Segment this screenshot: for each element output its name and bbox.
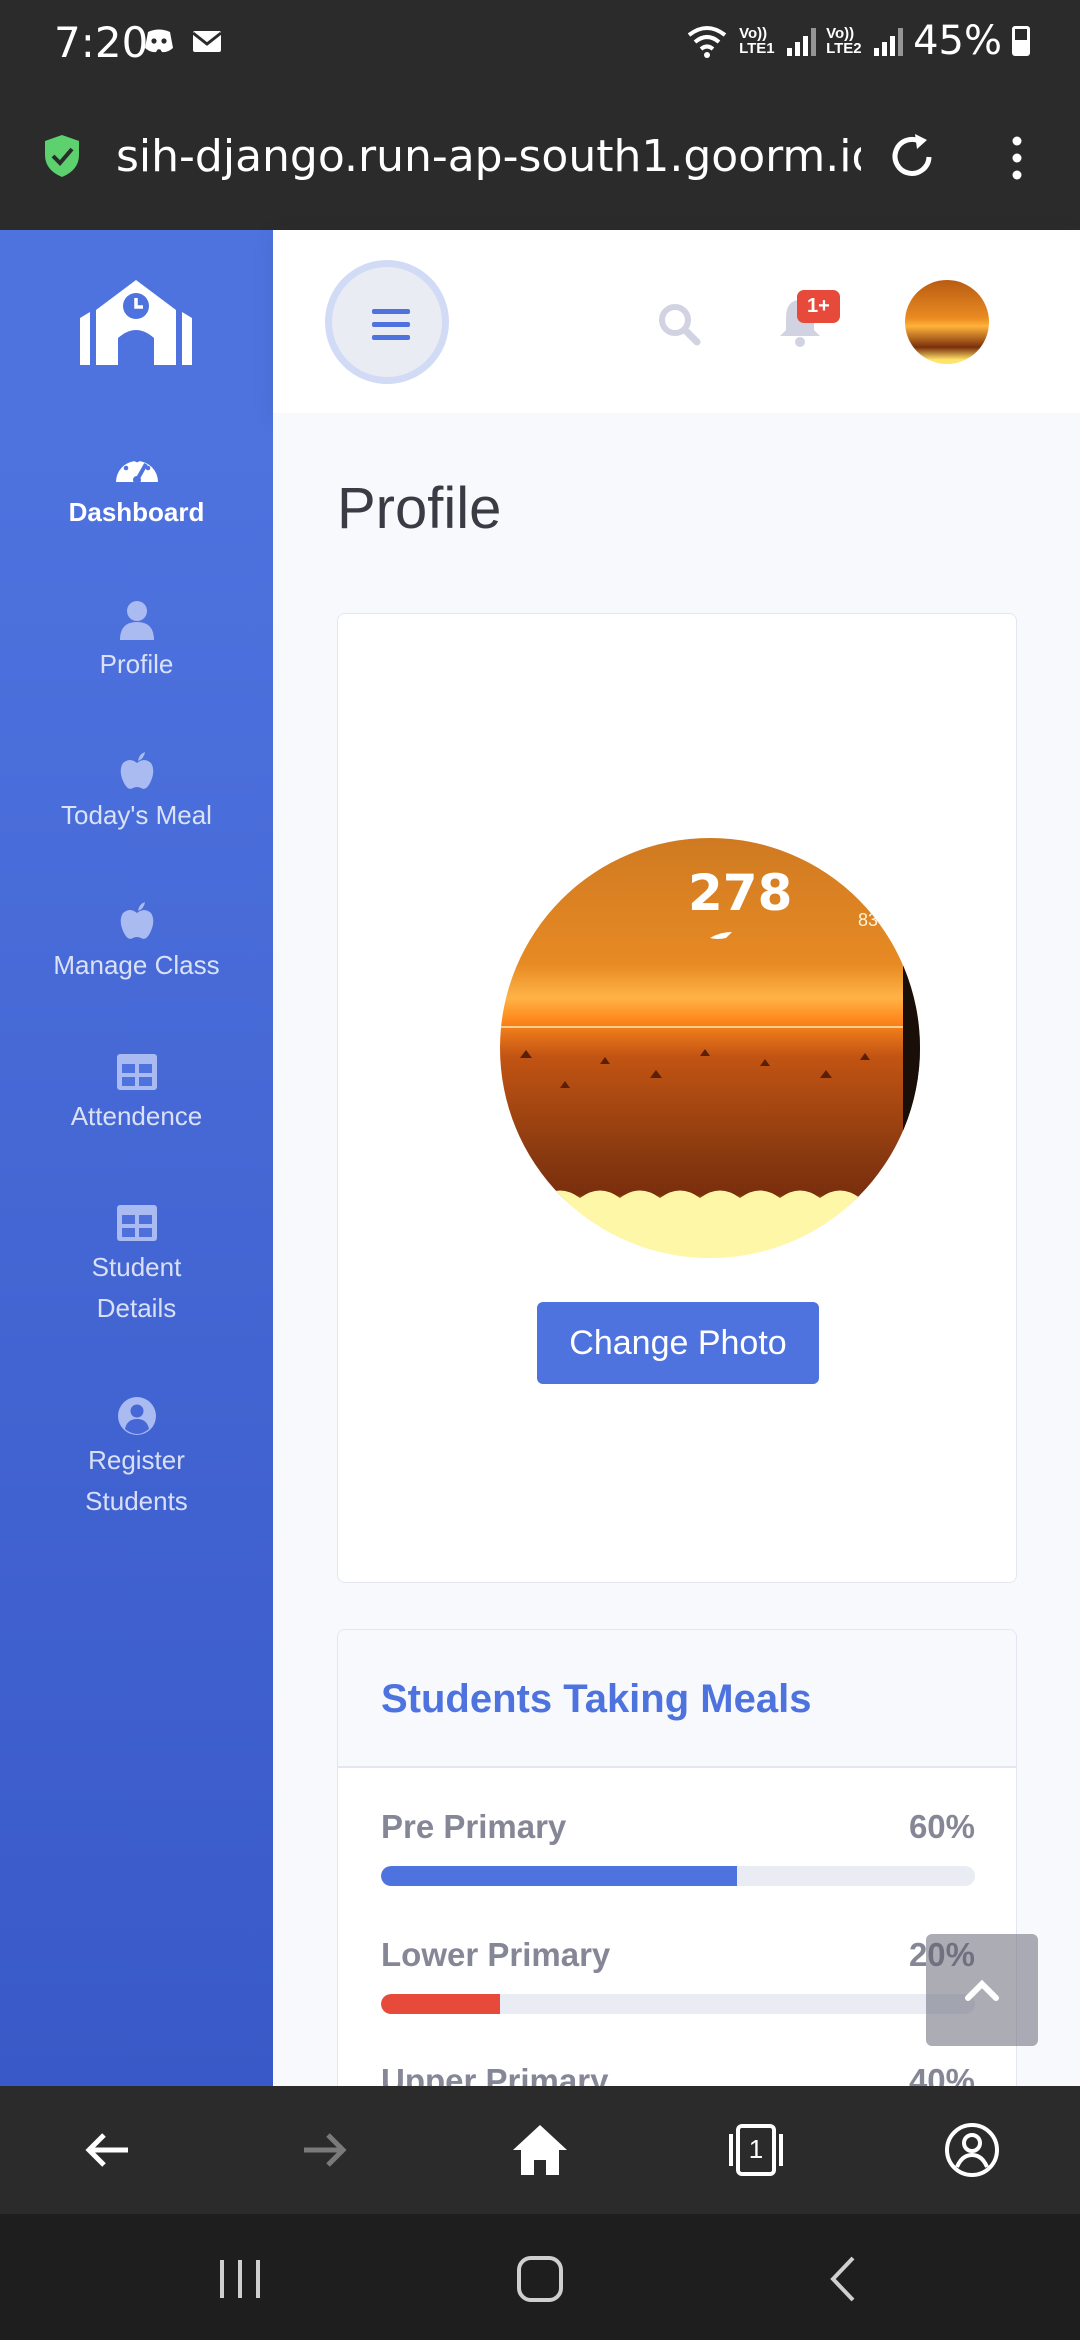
sidebar-item-dashboard[interactable]: Dashboard [0, 448, 273, 533]
more-vert-icon[interactable] [1000, 133, 1034, 183]
school-clock-icon[interactable] [76, 270, 196, 370]
network-label-2: Vo)) LTE2 [826, 25, 862, 57]
battery-icon [1012, 26, 1030, 56]
sidebar-item-label: Profile [99, 649, 174, 679]
game-score-small: 83 [858, 910, 879, 930]
back-arrow-icon[interactable] [78, 2120, 138, 2180]
network-label-1: Vo)) LTE1 [739, 25, 775, 57]
table-icon [116, 1054, 157, 1090]
tabs-count: 1 [748, 2134, 764, 2164]
status-time: 7:20 [54, 18, 149, 67]
status-right: Vo)) LTE1 Vo)) LTE2 45% [685, 18, 1030, 64]
chevron-up-icon [965, 1979, 999, 2001]
profile-photo-card: 278 83 Change Photo [337, 613, 1017, 1583]
browser-bottom-bar: 1 [0, 2086, 1080, 2214]
card-title: Students Taking Meals [381, 1677, 812, 1721]
url-field[interactable]: sih-django.run-ap-south1.goorm.io/studen… [116, 131, 861, 182]
sidebar-item-label: Manage Class [53, 950, 220, 980]
signal-icon [787, 26, 817, 56]
card-header: Students Taking Meals [338, 1630, 1016, 1768]
main-content: Profile 278 83 Change Photo Students Tak… [273, 413, 1080, 2086]
students-taking-meals-card: Students Taking Meals Pre Primary 60% Low… [337, 1629, 1017, 2086]
signal-icon [874, 26, 904, 56]
sidebar-item-label: Attendence [70, 1101, 203, 1131]
progress-fill [381, 1866, 738, 1886]
tabs-button[interactable]: 1 [726, 2120, 786, 2180]
avatar[interactable] [905, 280, 989, 364]
profile-photo: 278 83 [500, 838, 920, 1258]
sidebar-item-todays-meal[interactable]: Today's Meal [0, 751, 273, 836]
status-bar: 7:20 Vo)) LTE1 Vo)) LTE2 45% [0, 0, 1080, 85]
progress-row: Lower Primary20% [381, 1936, 975, 2014]
sidebar-item-manage-class[interactable]: Manage Class [0, 901, 273, 986]
apple-icon [120, 752, 153, 789]
progress-fill [381, 1994, 500, 2014]
progress-value: 40% [908, 2062, 975, 2086]
recent-apps-icon[interactable] [210, 2254, 270, 2304]
sidebar-item-label: Register Students [85, 1445, 188, 1516]
hamburger-icon [372, 309, 410, 348]
notification-icons [142, 24, 224, 58]
notification-badge: 1+ [797, 290, 840, 323]
sidebar-item-label: Student Details [91, 1252, 182, 1323]
table-icon [116, 1205, 157, 1241]
sidebar-item-profile[interactable]: Profile [0, 600, 273, 685]
user-circle-icon [117, 1397, 156, 1435]
home-icon[interactable] [510, 2120, 570, 2180]
change-photo-button[interactable]: Change Photo [537, 1302, 819, 1384]
sidebar-toggle-button[interactable] [325, 260, 449, 384]
apple-icon [120, 902, 153, 939]
user-icon [119, 601, 154, 640]
wifi-icon [687, 26, 727, 58]
shield-check-icon[interactable] [42, 133, 82, 179]
battery-percent: 45% [913, 18, 1002, 64]
sidebar: Dashboard Profile Today's Meal Manage Cl… [0, 230, 273, 2086]
sidebar-item-attendence[interactable]: Attendence [0, 1052, 273, 1137]
forward-arrow-icon[interactable] [294, 2120, 354, 2180]
account-icon[interactable] [942, 2120, 1002, 2180]
system-nav-bar [0, 2214, 1080, 2340]
progress-track [381, 1866, 975, 1886]
progress-row: Upper Primary 40% [381, 2062, 975, 2086]
tachometer-icon [115, 457, 158, 484]
progress-row: Pre Primary 60% [381, 1808, 975, 1886]
progress-label: Pre Primary [381, 1808, 567, 1845]
sidebar-item-label: Dashboard [68, 497, 205, 527]
sidebar-item-register-students[interactable]: Register Students [0, 1396, 273, 1522]
search-icon[interactable] [655, 300, 703, 348]
progress-value: 60% [908, 1808, 975, 1845]
back-icon[interactable] [815, 2254, 875, 2304]
sidebar-item-student-details[interactable]: Student Details [0, 1203, 273, 1329]
progress-label: Upper Primary [381, 2062, 609, 2086]
progress-track [381, 1994, 975, 2014]
page-title: Profile [337, 476, 502, 541]
browser-url-bar: sih-django.run-ap-south1.goorm.io/studen… [0, 85, 1080, 230]
scroll-to-top-button[interactable] [926, 1934, 1038, 2046]
game-score: 278 [688, 864, 793, 922]
reload-icon[interactable] [885, 130, 939, 184]
progress-label: Lower Primary [381, 1936, 611, 1973]
home-button-icon[interactable] [510, 2254, 570, 2304]
discord-icon [142, 24, 176, 58]
topbar: 1+ [273, 230, 1080, 413]
sidebar-item-label: Today's Meal [61, 800, 212, 830]
gmail-icon [190, 24, 224, 58]
